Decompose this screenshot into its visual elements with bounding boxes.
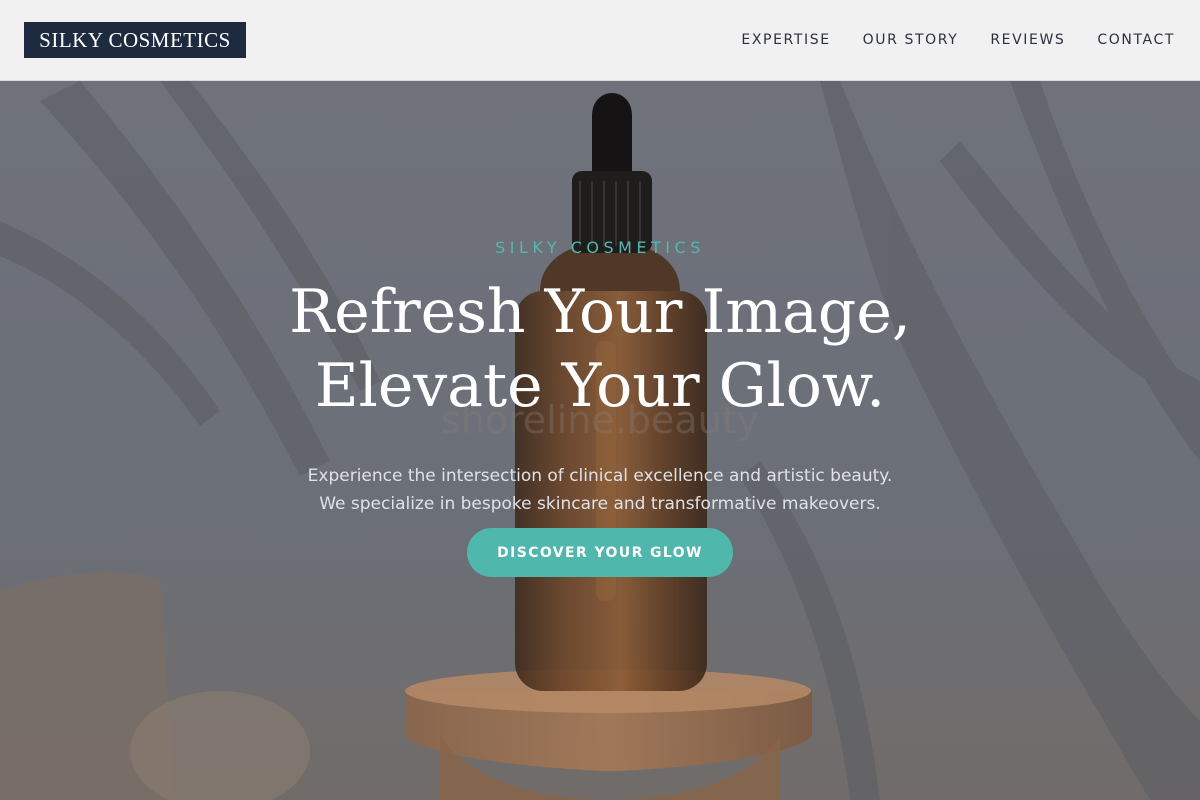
hero-subcopy-line-1: Experience the intersection of clinical … xyxy=(307,466,893,486)
nav-link-expertise[interactable]: EXPERTISE xyxy=(741,32,830,48)
brand-logo[interactable]: SILKY COSMETICS xyxy=(24,22,246,58)
hero-subcopy-line-2: We specialize in bespoke skincare and tr… xyxy=(319,494,881,514)
hero-background-image: shoreline.beauty xyxy=(0,81,1200,800)
hero-headline-line-2: Elevate Your Glow. xyxy=(314,351,886,421)
nav-link-our-story[interactable]: OUR STORY xyxy=(863,32,959,48)
landing-page: SILKY COSMETICS EXPERTISE OUR STORY REVI… xyxy=(0,0,1200,800)
nav-link-reviews[interactable]: REVIEWS xyxy=(990,32,1065,48)
hero-headline-line-1: Refresh Your Image, xyxy=(289,277,911,347)
main-nav: EXPERTISE OUR STORY REVIEWS CONTACT xyxy=(709,0,1175,80)
site-header: SILKY COSMETICS EXPERTISE OUR STORY REVI… xyxy=(0,0,1200,81)
hero-headline: Refresh Your Image, Elevate Your Glow. xyxy=(0,275,1200,423)
hero-eyebrow: SILKY COSMETICS xyxy=(495,238,705,257)
nav-link-contact[interactable]: CONTACT xyxy=(1097,32,1175,48)
hero-subcopy: Experience the intersection of clinical … xyxy=(0,462,1200,518)
hero-section: shoreline.beauty SILKY COSMETICS Refresh… xyxy=(0,81,1200,800)
discover-your-glow-button[interactable]: DISCOVER YOUR GLOW xyxy=(467,528,733,577)
